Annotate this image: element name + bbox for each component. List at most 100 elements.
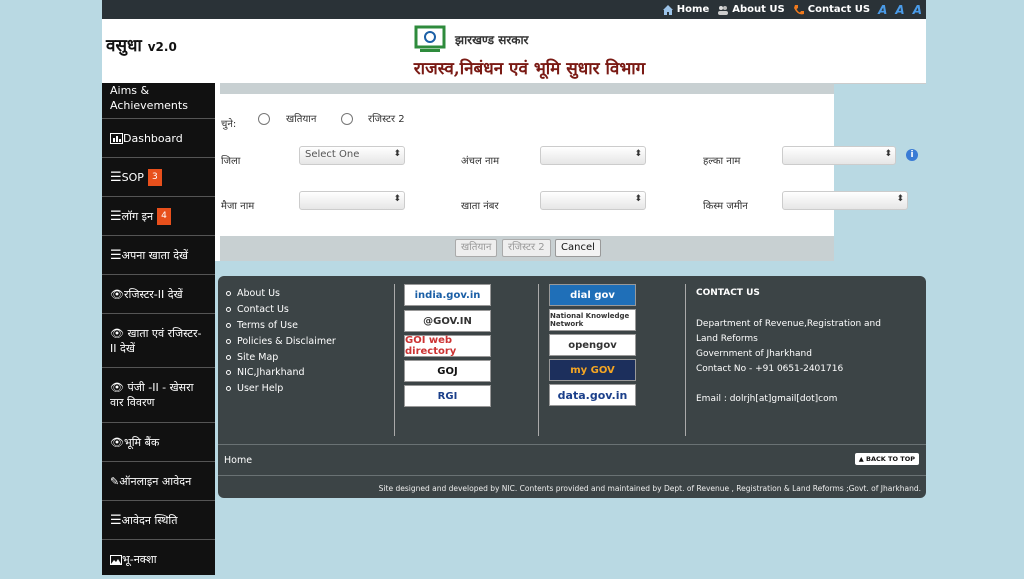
info-icon[interactable]: i	[906, 149, 918, 161]
sidebar-item-map[interactable]: भू-नक्शा	[102, 540, 215, 579]
sidebar-item-login[interactable]: ☰ लॉग इन 4	[102, 197, 215, 236]
footer-divider	[394, 284, 395, 436]
nkn-logo[interactable]: National Knowledge Network	[549, 309, 636, 331]
count-badge: 4	[157, 207, 171, 225]
sidebar-item-application-status[interactable]: ☰ आवेदन स्थिति	[102, 501, 215, 540]
count-badge: 3	[147, 168, 162, 186]
sidebar-item-dashboard[interactable]: Dashboard	[102, 119, 215, 158]
list-icon: ☰	[110, 512, 122, 528]
data-gov-logo[interactable]: data.gov.in	[549, 384, 636, 406]
sidebar-item-label: खाता एवं रजिस्टर-II देखें	[110, 326, 202, 355]
sidebar-item-label: आवेदन स्थिति	[121, 513, 178, 527]
sidebar-item-land-bank[interactable]: 👁 भूमि बैंक	[102, 423, 215, 462]
radio-register2[interactable]	[341, 113, 353, 125]
sidebar-item-own-account[interactable]: ☰ अपना खाता देखें	[102, 236, 215, 275]
sidebar-item-label: लॉग इन	[121, 209, 154, 223]
footer-link-policies[interactable]: Policies & Disclaimer	[226, 333, 336, 349]
at-gov-logo[interactable]: @GOV.IN	[404, 310, 491, 332]
brand-title[interactable]: वसुधा v2.0	[106, 33, 177, 56]
top-bar: Home About US Contact US A A A	[102, 0, 926, 19]
radio-register2-label: रजिस्टर 2	[368, 114, 405, 125]
sidebar-item-label: Dashboard	[123, 131, 183, 145]
home-link[interactable]: Home	[662, 4, 709, 16]
footer-home-link[interactable]: Home	[224, 455, 252, 466]
register2-button[interactable]: रजिस्टर 2	[502, 239, 551, 257]
radio-khatiyan-label: खतियान	[286, 114, 317, 125]
footer-separator	[218, 475, 926, 476]
jharkhand-emblem-icon	[414, 25, 446, 52]
sidebar: Aims & Achievements Dashboard ☰ SOP 3 ☰ …	[102, 83, 215, 575]
halka-select[interactable]	[782, 146, 896, 165]
eye-icon: 👁	[110, 326, 124, 340]
list-icon: ☰	[110, 247, 122, 263]
sidebar-item-label: Aims & Achievements	[110, 84, 188, 112]
footer-separator	[218, 444, 926, 445]
goi-directory-logo[interactable]: GOI web directory	[404, 335, 491, 357]
opengov-logo[interactable]: opengov	[549, 334, 636, 356]
mauza-select[interactable]	[299, 191, 405, 210]
department-title: राजस्व,निबंधन एवं भूमि सुधार विभाग	[413, 59, 646, 79]
font-size-large-button[interactable]: A	[913, 3, 922, 17]
font-size-small-button[interactable]: A	[878, 3, 887, 17]
footer-link-terms[interactable]: Terms of Use	[226, 318, 336, 334]
footer-link-about[interactable]: About Us	[226, 286, 336, 302]
footer-credit: Site designed and developed by NIC. Cont…	[378, 484, 921, 493]
district-label: जिला	[221, 156, 241, 167]
goj-logo[interactable]: GOJ	[404, 360, 491, 382]
footer-divider	[685, 284, 686, 436]
phone-icon	[793, 4, 804, 14]
cancel-button[interactable]: Cancel	[555, 239, 601, 257]
back-to-top-label: BACK TO TOP	[865, 455, 915, 463]
list-icon: ☰	[110, 169, 122, 185]
contact-block: CONTACT US Department of Revenue,Registr…	[696, 286, 881, 407]
sidebar-item-label: भूमि बैंक	[123, 435, 160, 449]
image-icon	[110, 554, 122, 565]
circle-select[interactable]	[540, 146, 646, 165]
sidebar-item-register2[interactable]: 👁 रजिस्टर-II देखें	[102, 275, 215, 314]
home-link-label: Home	[676, 4, 710, 15]
land-type-select[interactable]	[782, 191, 908, 210]
radio-khatiyan[interactable]	[258, 113, 270, 125]
choose-label: चुने:	[221, 119, 237, 130]
eye-icon: 👁	[110, 287, 124, 301]
bar-chart-icon	[110, 132, 123, 144]
contact-link[interactable]: Contact US	[793, 4, 870, 16]
khata-label: खाता नंबर	[461, 201, 499, 212]
about-link[interactable]: About US	[717, 4, 785, 16]
land-type-label: किस्म जमीन	[703, 201, 748, 212]
footer-link-help[interactable]: User Help	[226, 381, 336, 397]
khata-select[interactable]	[540, 191, 646, 210]
sidebar-item-khata-register2[interactable]: 👁 खाता एवं रजिस्टर-II देखें	[102, 314, 215, 368]
sidebar-item-panji2[interactable]: 👁 पंजी -II - खेसरा वार विवरण	[102, 368, 215, 423]
sidebar-item-label: भू-नक्शा	[122, 553, 157, 566]
font-size-normal-button[interactable]: A	[895, 3, 904, 17]
khatiyan-button[interactable]: खतियान	[455, 239, 498, 257]
sidebar-item-aims[interactable]: Aims & Achievements	[102, 83, 215, 119]
form-header-bar	[220, 83, 834, 94]
rgi-logo[interactable]: RGI	[404, 385, 491, 407]
back-to-top-button[interactable]: ▲ BACK TO TOP	[854, 453, 919, 465]
sidebar-item-online-apply[interactable]: ✎ ऑनलाइन आवेदन	[102, 462, 215, 501]
india-gov-logo[interactable]: india.gov.in	[404, 284, 491, 306]
eye-icon: 👁	[110, 381, 124, 394]
search-form: चुने: खतियान रजिस्टर 2 जिला Select One अ…	[215, 83, 908, 261]
sidebar-item-sop[interactable]: ☰ SOP 3	[102, 158, 215, 197]
circle-label: अंचल नाम	[461, 156, 500, 167]
list-icon: ☰	[110, 208, 122, 224]
contact-title: CONTACT US	[696, 288, 760, 298]
mauza-label: मैजा नाम	[221, 201, 255, 212]
footer-link-nic[interactable]: NIC,Jharkhand	[226, 365, 336, 381]
contact-link-label: Contact US	[807, 4, 871, 15]
about-link-label: About US	[732, 4, 785, 15]
site-header: वसुधा v2.0 झारखण्ड सरकार राजस्व,निबंधन ए…	[102, 19, 926, 84]
district-select[interactable]: Select One	[299, 146, 405, 165]
users-icon	[718, 5, 729, 15]
footer-link-sitemap[interactable]: Site Map	[226, 349, 336, 365]
footer-divider	[538, 284, 539, 436]
dial-gov-logo[interactable]: dial gov	[549, 284, 636, 306]
site-footer: About Us Contact Us Terms of Use Policie…	[218, 276, 926, 498]
contact-line: Government of Jharkhand	[696, 349, 812, 359]
footer-link-contact[interactable]: Contact Us	[226, 302, 336, 318]
mygov-logo[interactable]: my GOV	[549, 359, 636, 381]
sidebar-item-label: अपना खाता देखें	[121, 248, 189, 262]
